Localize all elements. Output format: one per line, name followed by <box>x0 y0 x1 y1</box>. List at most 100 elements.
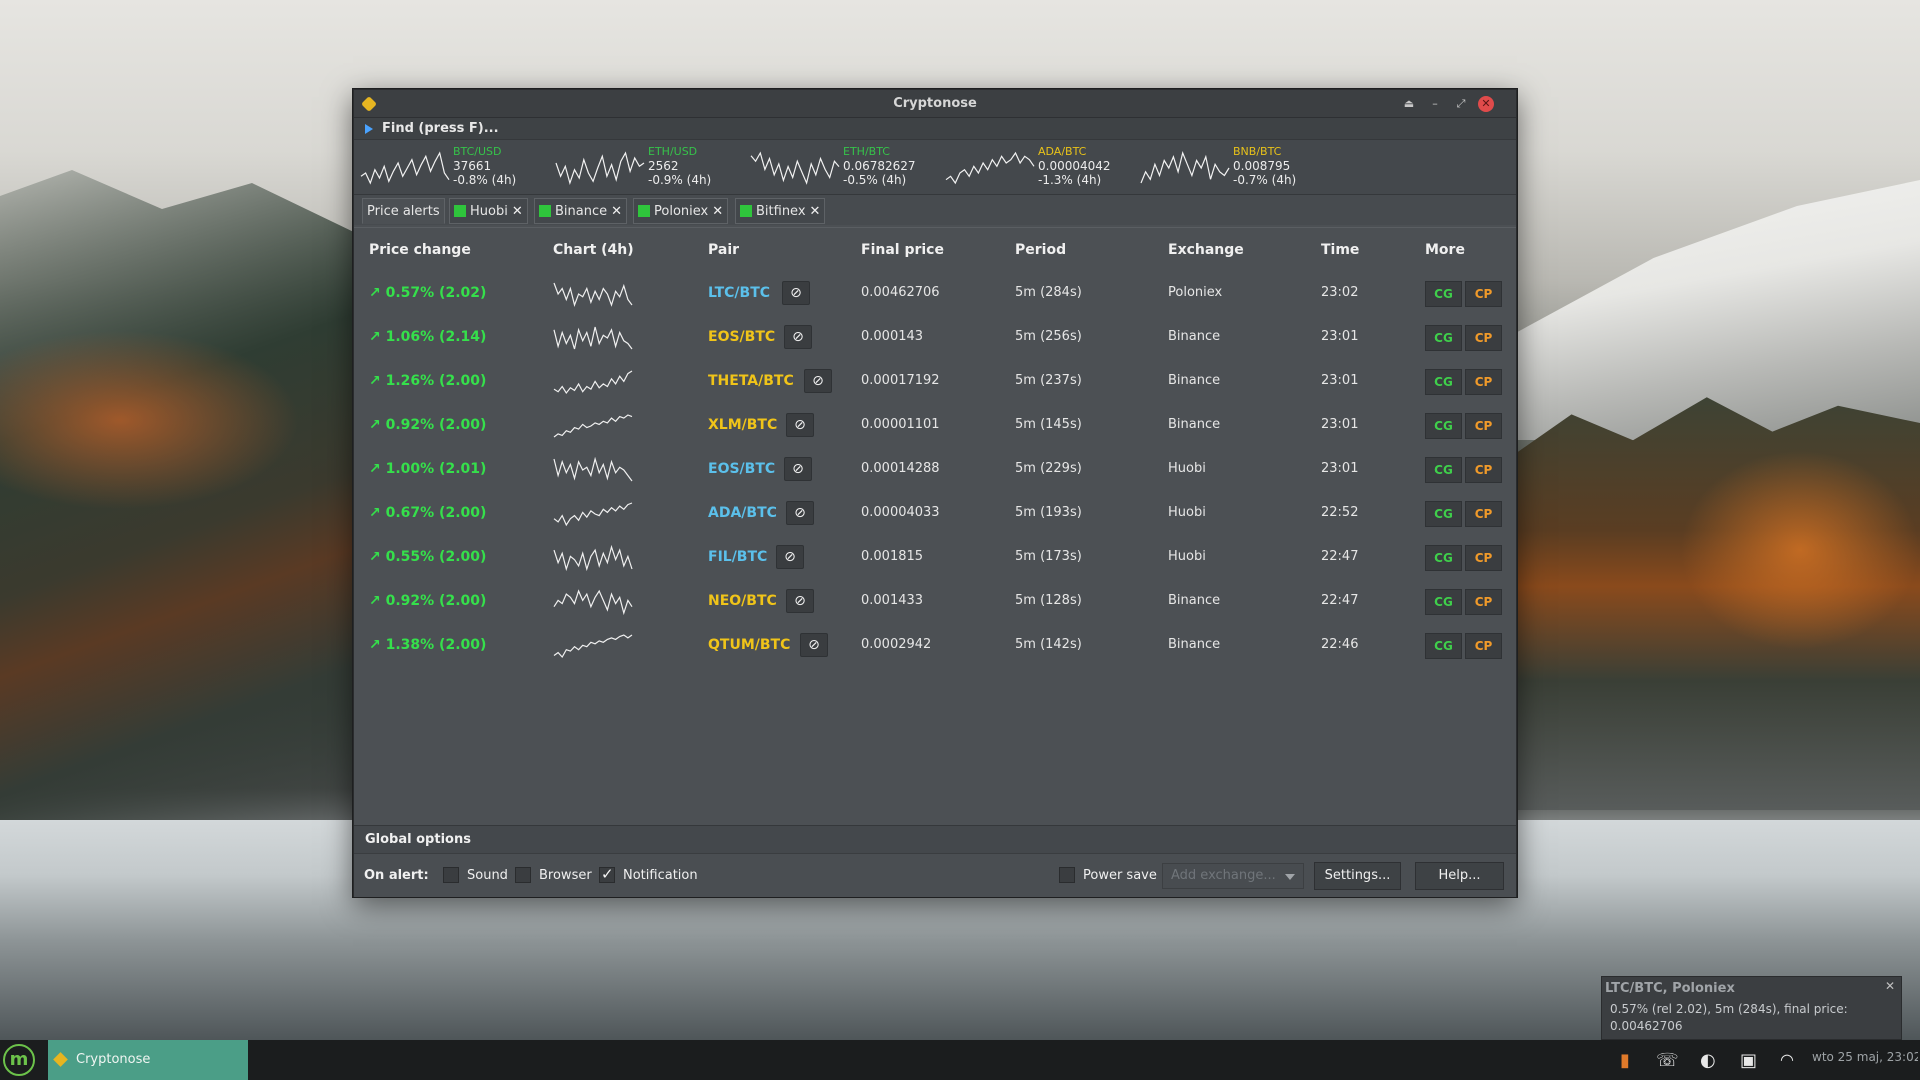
clock[interactable]: wto 25 maj, 23:02 <box>1812 1050 1918 1064</box>
notification-label[interactable]: Notification <box>623 868 698 883</box>
table-row[interactable]: ↗ 1.06% (2.14)EOS/BTC⊘0.0001435m (256s)B… <box>354 316 1516 360</box>
coinpaprika-button[interactable]: CP <box>1465 545 1502 571</box>
sound-label[interactable]: Sound <box>467 868 508 883</box>
find-bar[interactable]: Find (press F)... <box>354 118 1516 140</box>
pair-label[interactable]: THETA/BTC <box>708 373 794 389</box>
column-header[interactable]: More <box>1425 242 1465 258</box>
coingecko-button[interactable]: CG <box>1425 589 1462 615</box>
minimize-button[interactable]: – <box>1427 96 1443 112</box>
coingecko-button[interactable]: CG <box>1425 633 1462 659</box>
ticker-0[interactable]: BTC/USD37661-0.8% (4h) <box>360 143 555 191</box>
column-header[interactable]: Chart (4h) <box>553 242 634 258</box>
block-pair-icon[interactable]: ⊘ <box>786 413 814 437</box>
coinpaprika-button[interactable]: CP <box>1465 589 1502 615</box>
pair-label[interactable]: NEO/BTC <box>708 593 777 609</box>
help-button[interactable]: Help... <box>1415 862 1504 890</box>
titlebar[interactable]: Cryptonose ⏏ – ⤢ ✕ <box>354 90 1516 118</box>
global-options-header: Global options <box>354 825 1516 853</box>
pair-label[interactable]: ADA/BTC <box>708 505 777 521</box>
table-row[interactable]: ↗ 1.26% (2.00)THETA/BTC⊘0.000171925m (23… <box>354 360 1516 404</box>
tab-bitfinex[interactable]: Bitfinex✕ <box>735 198 825 224</box>
coingecko-button[interactable]: CG <box>1425 325 1462 351</box>
notification-close-icon[interactable]: ✕ <box>1885 979 1895 993</box>
tab-binance[interactable]: Binance✕ <box>534 198 627 224</box>
ticker-3[interactable]: ADA/BTC0.00004042-1.3% (4h) <box>945 143 1140 191</box>
close-button[interactable]: ✕ <box>1478 96 1494 112</box>
coinpaprika-button[interactable]: CP <box>1465 457 1502 483</box>
tray-clipboard-icon[interactable]: ▣ <box>1740 1050 1757 1071</box>
tray-phone-icon[interactable]: ☏ <box>1656 1050 1679 1071</box>
coinpaprika-button[interactable]: CP <box>1465 325 1502 351</box>
block-pair-icon[interactable]: ⊘ <box>784 325 812 349</box>
time: 22:47 <box>1321 593 1358 608</box>
add-exchange-dropdown[interactable]: Add exchange... <box>1162 863 1304 889</box>
coinpaprika-button[interactable]: CP <box>1465 501 1502 527</box>
column-header[interactable]: Exchange <box>1168 242 1244 258</box>
ticker-price: 0.008795 <box>1233 159 1290 173</box>
block-pair-icon[interactable]: ⊘ <box>784 457 812 481</box>
table-row[interactable]: ↗ 1.00% (2.01)EOS/BTC⊘0.000142885m (229s… <box>354 448 1516 492</box>
notification-checkbox[interactable] <box>599 867 615 883</box>
coingecko-button[interactable]: CG <box>1425 413 1462 439</box>
column-header[interactable]: Price change <box>369 242 471 258</box>
power-save-label[interactable]: Power save <box>1083 868 1157 883</box>
power-save-checkbox[interactable] <box>1059 867 1075 883</box>
tab-close-icon[interactable]: ✕ <box>810 204 821 219</box>
block-pair-icon[interactable]: ⊘ <box>786 501 814 525</box>
pair-label[interactable]: LTC/BTC <box>708 285 770 301</box>
coinpaprika-button[interactable]: CP <box>1465 413 1502 439</box>
pair-label[interactable]: QTUM/BTC <box>708 637 790 653</box>
block-pair-icon[interactable]: ⊘ <box>786 589 814 613</box>
maximize-button[interactable]: ⤢ <box>1453 96 1469 112</box>
ticker-2[interactable]: ETH/BTC0.06782627-0.5% (4h) <box>750 143 945 191</box>
table-row[interactable]: ↗ 0.92% (2.00)XLM/BTC⊘0.000011015m (145s… <box>354 404 1516 448</box>
pair-label[interactable]: FIL/BTC <box>708 549 767 565</box>
browser-checkbox[interactable] <box>515 867 531 883</box>
coingecko-button[interactable]: CG <box>1425 501 1462 527</box>
table-row[interactable]: ↗ 0.92% (2.00)NEO/BTC⊘0.0014335m (128s)B… <box>354 580 1516 624</box>
coingecko-button[interactable]: CG <box>1425 369 1462 395</box>
find-label[interactable]: Find (press F)... <box>382 121 499 136</box>
ticker-4[interactable]: BNB/BTC0.008795-0.7% (4h) <box>1140 143 1335 191</box>
coingecko-button[interactable]: CG <box>1425 281 1462 307</box>
pair-label[interactable]: XLM/BTC <box>708 417 777 433</box>
block-pair-icon[interactable]: ⊘ <box>776 545 804 569</box>
pair-label[interactable]: EOS/BTC <box>708 461 775 477</box>
ticker-1[interactable]: ETH/USD2562-0.9% (4h) <box>555 143 750 191</box>
column-header[interactable]: Period <box>1015 242 1066 258</box>
tray-update-icon[interactable]: ◐ <box>1700 1050 1716 1071</box>
taskbar-item-cryptonose[interactable]: Cryptonose <box>48 1040 248 1080</box>
block-pair-icon[interactable]: ⊘ <box>804 369 832 393</box>
tab-close-icon[interactable]: ✕ <box>611 204 622 219</box>
tab-poloniex[interactable]: Poloniex✕ <box>633 198 728 224</box>
block-pair-icon[interactable]: ⊘ <box>782 281 810 305</box>
coinpaprika-button[interactable]: CP <box>1465 369 1502 395</box>
expand-arrow-icon[interactable] <box>365 124 373 134</box>
column-header[interactable]: Final price <box>861 242 944 258</box>
coinpaprika-button[interactable]: CP <box>1465 633 1502 659</box>
tray-app-icon[interactable]: ▮ <box>1620 1050 1630 1071</box>
coingecko-button[interactable]: CG <box>1425 545 1462 571</box>
settings-button[interactable]: Settings... <box>1314 862 1401 890</box>
pair-label[interactable]: EOS/BTC <box>708 329 775 345</box>
table-row[interactable]: ↗ 1.38% (2.00)QTUM/BTC⊘0.00029425m (142s… <box>354 624 1516 668</box>
table-row[interactable]: ↗ 0.57% (2.02)LTC/BTC⊘0.004627065m (284s… <box>354 272 1516 316</box>
tab-huobi[interactable]: Huobi✕ <box>449 198 528 224</box>
alert-notification[interactable]: LTC/BTC, Poloniex ✕ 0.57% (rel 2.02), 5m… <box>1601 976 1902 1040</box>
tab-price-alerts[interactable]: Price alerts <box>362 198 445 224</box>
block-pair-icon[interactable]: ⊘ <box>800 633 828 657</box>
tray-wifi-icon[interactable]: ◠ <box>1780 1050 1794 1069</box>
global-options-title: Global options <box>365 832 471 847</box>
column-header[interactable]: Time <box>1321 242 1359 258</box>
coinpaprika-button[interactable]: CP <box>1465 281 1502 307</box>
tab-close-icon[interactable]: ✕ <box>512 204 523 219</box>
browser-label[interactable]: Browser <box>539 868 592 883</box>
table-row[interactable]: ↗ 0.55% (2.00)FIL/BTC⊘0.0018155m (173s)H… <box>354 536 1516 580</box>
tab-close-icon[interactable]: ✕ <box>712 204 723 219</box>
sound-checkbox[interactable] <box>443 867 459 883</box>
coingecko-button[interactable]: CG <box>1425 457 1462 483</box>
table-row[interactable]: ↗ 0.67% (2.00)ADA/BTC⊘0.000040335m (193s… <box>354 492 1516 536</box>
keep-above-button[interactable]: ⏏ <box>1401 96 1417 112</box>
start-menu-icon[interactable]: m <box>3 1044 35 1076</box>
column-header[interactable]: Pair <box>708 242 739 258</box>
